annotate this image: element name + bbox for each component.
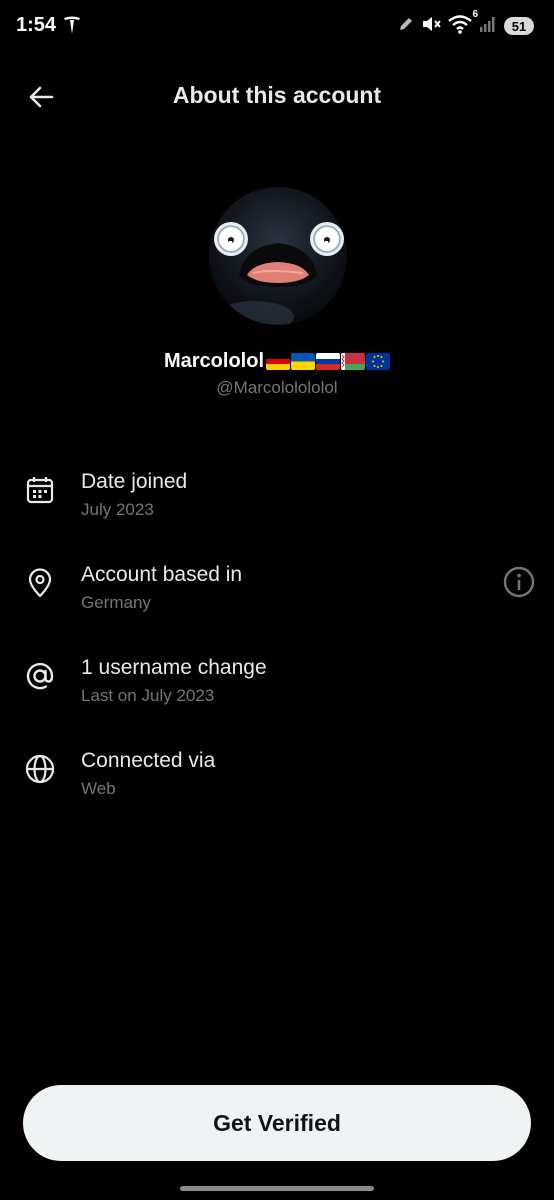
row-title: Connected via [81, 749, 216, 772]
page-title: About this account [172, 82, 382, 108]
calendar-icon [24, 474, 56, 506]
edit-pencil-icon [398, 16, 414, 37]
row-date-joined: Date joined July 2023 [0, 470, 554, 530]
battery-icon: 51 [504, 17, 534, 35]
row-connected-via: Connected via Web [0, 749, 554, 809]
row-subtitle: Germany [81, 593, 151, 612]
wifi-icon: 6 [448, 9, 478, 39]
flag-ukraine-icon [291, 353, 315, 370]
avatar[interactable] [209, 187, 347, 325]
row-subtitle: Web [81, 779, 116, 798]
flag-russia-icon [316, 353, 340, 370]
globe-icon [24, 753, 56, 785]
wifi-badge: 6 [472, 8, 478, 20]
status-time: 1:54 [16, 14, 57, 36]
row-title: 1 username change [81, 656, 267, 679]
row-title: Date joined [81, 470, 188, 493]
row-username-change: 1 username change Last on July 2023 [0, 656, 554, 716]
flag-emojis [266, 353, 390, 370]
signal-icon [479, 15, 497, 38]
flag-germany-icon [266, 353, 290, 370]
username-handle: @Marcololololol [216, 378, 338, 397]
display-name-row: Marcololol [0, 350, 554, 373]
row-account-based-in: Account based in Germany [0, 563, 554, 623]
get-verified-button[interactable]: Get Verified [23, 1085, 531, 1161]
location-pin-icon [24, 567, 56, 599]
at-sign-icon [24, 660, 56, 692]
tesla-icon [62, 15, 82, 40]
info-icon[interactable] [502, 565, 536, 599]
row-subtitle: Last on July 2023 [81, 686, 215, 705]
home-indicator[interactable] [180, 1186, 374, 1191]
mute-vibrate-icon [421, 14, 441, 39]
display-name: Marcololol [163, 350, 264, 372]
status-icons: 6 51 [398, 9, 534, 39]
row-title: Account based in [81, 563, 243, 586]
flag-belarus-icon [341, 353, 365, 370]
flag-eu-icon [366, 353, 390, 370]
row-subtitle: July 2023 [81, 500, 154, 519]
